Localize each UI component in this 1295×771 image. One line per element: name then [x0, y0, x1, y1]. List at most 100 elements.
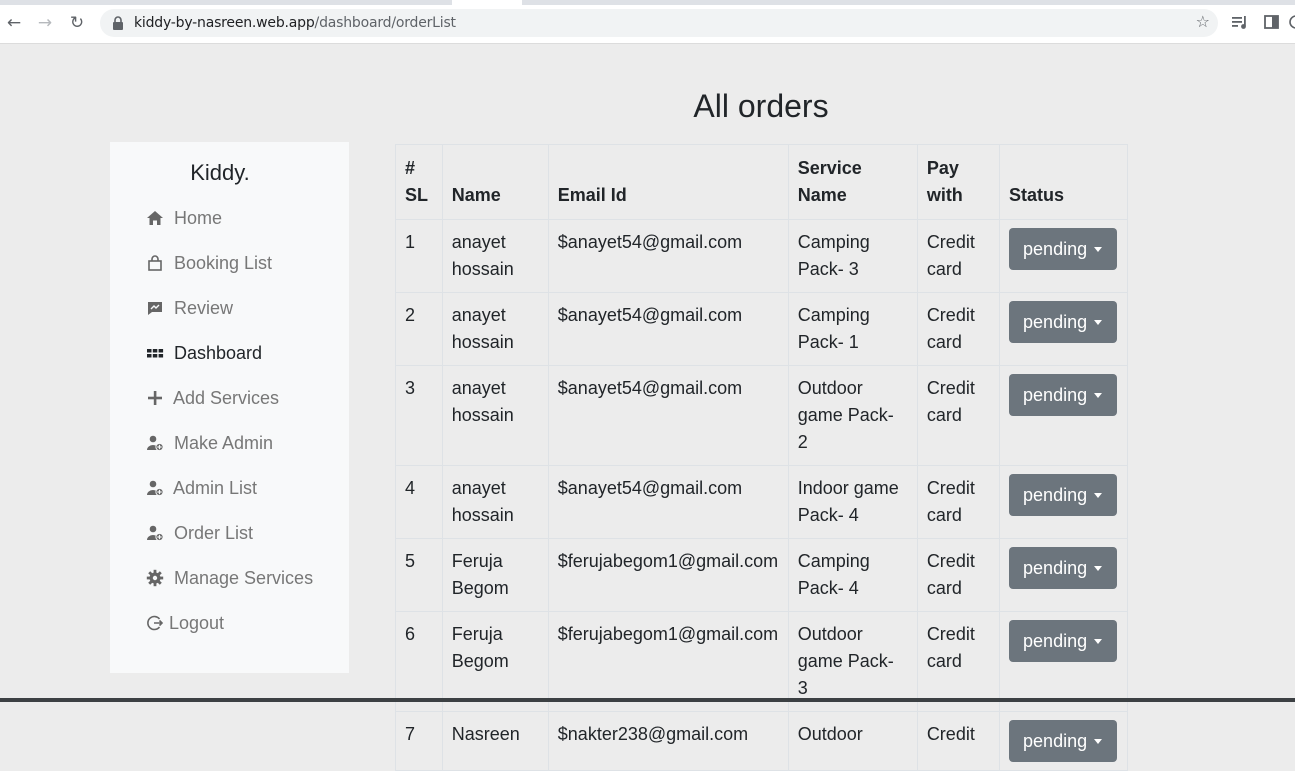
- cell-name-first: Feruja: [451, 551, 503, 571]
- cell-status: pending: [999, 611, 1128, 712]
- sidebar-item-label: Dashboard: [174, 342, 263, 363]
- cell-email: $anayet54@gmail.com: [547, 465, 789, 539]
- status-dropdown-button[interactable]: pending: [1009, 228, 1118, 270]
- sidebar: Kiddy. Home Booking List Review Dashboar…: [110, 142, 349, 673]
- header-pay-line2: with: [926, 185, 963, 205]
- header-email: Email Id: [547, 144, 789, 220]
- media-queue-icon[interactable]: [1231, 14, 1249, 30]
- header-name: Name: [441, 144, 549, 220]
- cell-name-last: Begom: [451, 578, 509, 598]
- cell-service-line1: Camping: [797, 305, 870, 325]
- cell-name-last: hossain: [451, 405, 514, 425]
- sidebar-item-logout[interactable]: Logout: [146, 611, 224, 635]
- bookmark-star-icon[interactable]: ☆: [1196, 12, 1210, 31]
- tab-strip: [0, 0, 1295, 5]
- cell-name-first: anayet: [451, 232, 506, 252]
- sidebar-item-booking-list[interactable]: Booking List: [146, 251, 272, 275]
- table-row: 7 Nasreen $nakter238@gmail.com Outdoor C…: [395, 711, 1128, 771]
- lock-icon: [113, 16, 123, 30]
- cell-name-first: Nasreen: [451, 724, 520, 744]
- status-dropdown-button[interactable]: pending: [1009, 620, 1118, 662]
- user-plus-icon: [146, 524, 164, 542]
- brand-logo[interactable]: Kiddy.: [110, 160, 330, 186]
- cell-pay-line2: card: [926, 259, 962, 279]
- cell-service: Camping Pack- 4: [787, 538, 918, 612]
- cell-sl: 1: [395, 219, 443, 293]
- cell-name-last: hossain: [451, 505, 514, 525]
- cell-pay: Credit card: [916, 219, 1001, 293]
- logout-icon: [146, 614, 164, 632]
- cell-email: $ferujabegom1@gmail.com: [547, 611, 789, 712]
- sidebar-item-dashboard[interactable]: Dashboard: [146, 341, 262, 365]
- status-dropdown-button[interactable]: pending: [1009, 301, 1118, 343]
- header-status: Status: [999, 144, 1128, 220]
- table-row: 5 Feruja Begom $ferujabegom1@gmail.com Ca…: [395, 538, 1128, 612]
- caret-down-icon: [1094, 320, 1103, 325]
- orders-table: # SL Name Email Id Service Name Pay with St…: [395, 144, 1128, 771]
- sidebar-item-home[interactable]: Home: [146, 206, 222, 230]
- cell-status: pending: [999, 465, 1128, 539]
- cell-pay: Credit: [916, 711, 1001, 771]
- sidebar-item-label: Manage Services: [174, 567, 314, 588]
- table-row: 4 anayet hossain $anayet54@gmail.com Indo…: [395, 465, 1128, 539]
- cell-service-line1: Camping: [797, 551, 870, 571]
- active-tab-edge[interactable]: [452, 0, 522, 5]
- sidebar-item-review[interactable]: Review: [146, 296, 233, 320]
- sidebar-item-manage-services[interactable]: Manage Services: [146, 566, 313, 590]
- status-dropdown-button[interactable]: pending: [1009, 720, 1118, 762]
- url-text: kiddy-by-nasreen.web.app/dashboard/order…: [134, 15, 456, 31]
- caret-down-icon: [1094, 739, 1103, 744]
- taskbar-edge: [0, 698, 1295, 702]
- cell-service-line2: Pack- 3: [797, 259, 859, 279]
- table-row: 3 anayet hossain $anayet54@gmail.com Outd…: [395, 365, 1128, 466]
- sidebar-item-make-admin[interactable]: Make Admin: [146, 431, 273, 455]
- reload-icon[interactable]: ↻: [66, 12, 88, 34]
- cell-name: Nasreen: [441, 711, 549, 771]
- cell-status: pending: [999, 292, 1128, 366]
- cell-service-line1: Camping: [797, 232, 870, 252]
- cell-sl: 5: [395, 538, 443, 612]
- plus-icon: [146, 389, 164, 407]
- caret-down-icon: [1094, 566, 1103, 571]
- cell-pay-line2: card: [926, 405, 962, 425]
- status-label: pending: [1023, 631, 1088, 651]
- cell-pay-line2: card: [926, 651, 962, 671]
- cell-pay: Credit card: [916, 465, 1001, 539]
- cell-status: pending: [999, 711, 1128, 771]
- status-label: pending: [1023, 239, 1088, 259]
- caret-down-icon: [1094, 493, 1103, 498]
- cell-sl: 7: [395, 711, 443, 771]
- status-label: pending: [1023, 485, 1088, 505]
- cell-pay-line1: Credit: [926, 624, 975, 644]
- cell-service: Camping Pack- 1: [787, 292, 918, 366]
- sidebar-item-admin-list[interactable]: Admin List: [146, 476, 257, 500]
- back-arrow-icon[interactable]: ←: [3, 12, 25, 34]
- sidebar-item-label: Home: [174, 207, 223, 228]
- header-service-name: Service Name: [787, 144, 918, 220]
- caret-down-icon: [1094, 639, 1103, 644]
- profile-icon-partial[interactable]: [1289, 14, 1295, 30]
- cell-name: anayet hossain: [441, 292, 549, 366]
- table-row: 2 anayet hossain $anayet54@gmail.com Camp…: [395, 292, 1128, 366]
- forward-arrow-icon[interactable]: →: [34, 12, 56, 34]
- cell-name: Feruja Begom: [441, 538, 549, 612]
- sidebar-item-add-services[interactable]: Add Services: [146, 386, 279, 410]
- cell-pay-line2: card: [926, 332, 962, 352]
- cell-service: Camping Pack- 3: [787, 219, 918, 293]
- status-dropdown-button[interactable]: pending: [1009, 547, 1118, 589]
- status-label: pending: [1023, 731, 1088, 751]
- url-path: /dashboard/orderList: [314, 15, 457, 31]
- cell-name: Feruja Begom: [441, 611, 549, 712]
- status-dropdown-button[interactable]: pending: [1009, 374, 1118, 416]
- address-bar[interactable]: kiddy-by-nasreen.web.app/dashboard/order…: [100, 9, 1218, 37]
- cell-service-line1: Indoor game: [797, 478, 899, 498]
- status-dropdown-button[interactable]: pending: [1009, 474, 1118, 516]
- header-pay-with: Pay with: [916, 144, 1001, 220]
- cell-pay-line1: Credit: [926, 551, 975, 571]
- sidebar-item-order-list[interactable]: Order List: [146, 521, 253, 545]
- cell-email: $nakter238@gmail.com: [547, 711, 789, 771]
- side-panel-icon[interactable]: [1263, 14, 1281, 30]
- sidebar-item-label: Booking List: [174, 252, 273, 273]
- cell-email: $anayet54@gmail.com: [547, 365, 789, 466]
- caret-down-icon: [1094, 393, 1103, 398]
